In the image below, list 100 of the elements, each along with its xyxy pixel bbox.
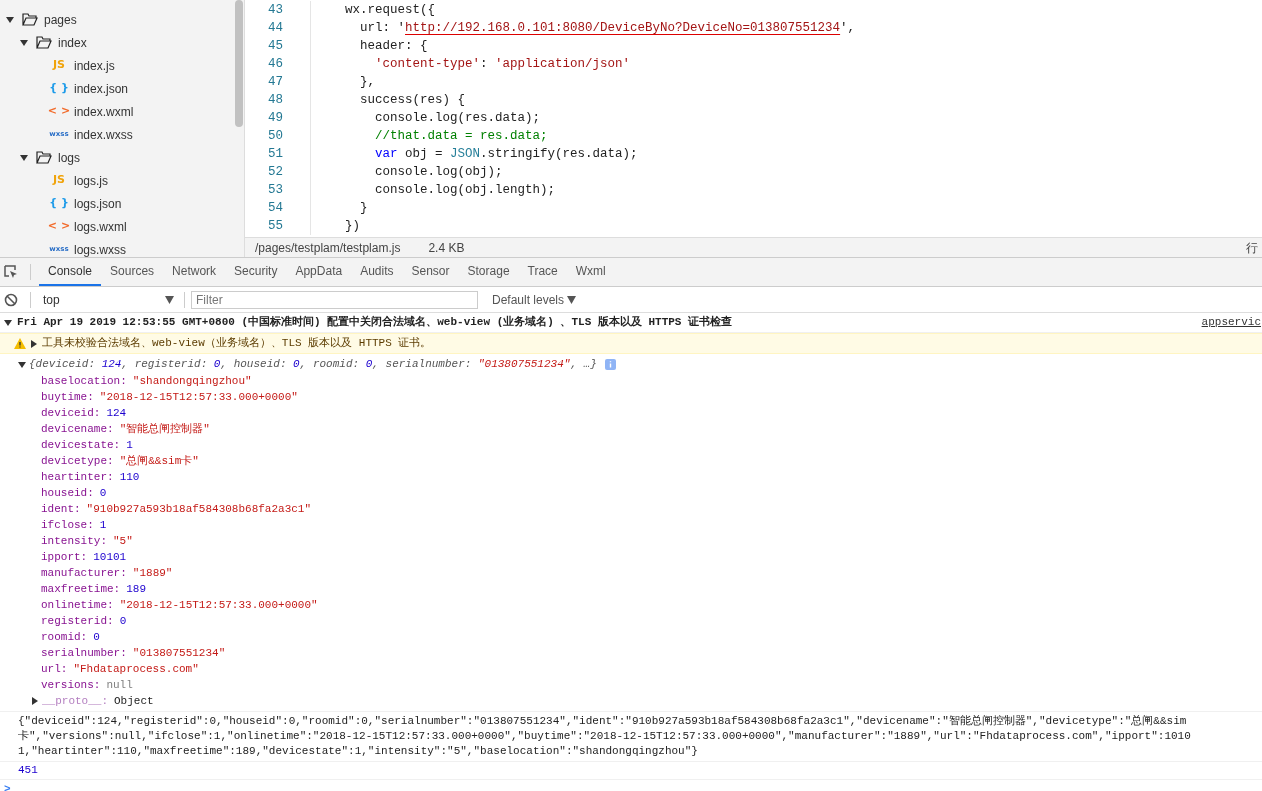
code-line: url: 'http://192.168.0.101:8080/DeviceByNo?DeviceNo=013807551234', [359, 19, 856, 37]
file-name[interactable]: logs.json [74, 194, 122, 213]
object-property: serialnumber: "013807551234" [40, 645, 227, 661]
file-type-icon: JS [46, 57, 72, 74]
dropdown-caret-icon [165, 295, 174, 304]
devtools-tab[interactable]: Storage [458, 258, 519, 286]
folder-icon [22, 13, 38, 26]
object-property: maxfreetime: 189 [40, 581, 148, 597]
info-icon [604, 359, 616, 370]
code-line: success(res) { [359, 91, 466, 109]
code-line: var obj = JSON.stringify(res.data); [374, 145, 638, 163]
line-number: 49 [267, 109, 283, 127]
line-number: 54 [267, 199, 283, 217]
line-number: 53 [267, 181, 283, 199]
filter-field[interactable]: Filter [191, 290, 478, 309]
code-line: header: { [359, 37, 428, 55]
file-type-icon: { } [46, 195, 72, 212]
devtools-tab[interactable]: Sources [101, 258, 164, 286]
object-property: roomid: 0 [40, 629, 101, 645]
object-property: deviceid: 124 [40, 405, 128, 421]
line-number: 45 [267, 37, 283, 55]
file-type-icon: { } [46, 80, 72, 97]
file-name[interactable]: index.wxml [74, 102, 134, 121]
line-number: 52 [267, 163, 283, 181]
line-number: 55 [267, 217, 283, 235]
file-name[interactable]: index.json [74, 79, 129, 98]
folder-icon [36, 36, 52, 49]
file-type-icon: < > [46, 103, 72, 120]
object-property: baselocation: "shandongqingzhou" [40, 373, 253, 389]
object-property: intensity: "5" [40, 533, 134, 549]
file-size: 2.4 KB [428, 239, 465, 257]
object-property: devicetype: "总闸&&sim卡" [40, 453, 200, 469]
object-property: devicename: "智能总闸控制器" [40, 421, 211, 437]
expand-arrow-icon[interactable] [31, 697, 39, 705]
object-summary[interactable]: {deviceid: 124, registerid: 0, houseid: 0, roomid: 0, serialnumber: "013807551234", …} [29, 356, 597, 373]
cursor-position: 行 [1246, 239, 1258, 257]
line-number: 47 [267, 73, 283, 91]
file-name[interactable]: logs.js [74, 171, 108, 190]
devtools-tab[interactable]: Wxml [566, 258, 615, 286]
folder-icon [36, 151, 52, 164]
object-property: url: "Fhdataprocess.com" [40, 661, 200, 677]
file-name[interactable]: logs.wxml [74, 217, 127, 236]
folder-name[interactable]: pages [44, 10, 77, 29]
context-dropdown[interactable]: top [43, 290, 178, 309]
dropdown-caret-icon [567, 295, 577, 304]
warning-message: 工具未校验合法域名、web-view（业务域名）、TLS 版本以及 HTTPS 证书。 [42, 336, 432, 352]
console-log-number: 451 [18, 763, 38, 779]
expand-arrow-icon[interactable] [6, 15, 14, 24]
line-number: 50 [267, 127, 283, 145]
source-link[interactable]: appservic [1201, 314, 1262, 331]
code-line: 'content-type': 'application/json' [374, 55, 631, 73]
line-number: 48 [267, 91, 283, 109]
expand-arrow-icon[interactable] [30, 339, 38, 348]
expand-arrow-icon[interactable] [4, 318, 12, 327]
file-path: /pages/testplam/testplam.js [255, 239, 401, 257]
devtools-tab[interactable]: Sensor [402, 258, 459, 286]
line-number: 44 [267, 19, 283, 37]
object-property: registerid: 0 [40, 613, 128, 629]
file-type-icon: JS [46, 172, 72, 189]
devtools-tab[interactable]: AppData [286, 258, 352, 286]
object-property: versions: null [40, 677, 134, 693]
code-line: console.log(obj.length); [374, 181, 556, 199]
devtools-tab[interactable]: Trace [518, 258, 567, 286]
object-property: heartinter: 110 [40, 469, 141, 485]
object-property: onlinetime: "2018-12-15T12:57:33.000+0000" [40, 597, 319, 613]
object-property: ident: "910b927a593b18af584308b68fa2a3c1" [40, 501, 313, 517]
line-number: 51 [267, 145, 283, 163]
object-property[interactable]: __proto__: Object [42, 692, 154, 710]
expand-arrow-icon[interactable] [18, 360, 26, 369]
file-name[interactable]: index.js [74, 56, 115, 75]
warning-icon [14, 338, 26, 349]
object-property: ipport: 10101 [40, 549, 128, 565]
file-name[interactable]: logs.wxss [74, 240, 126, 259]
code-line: console.log(res.data); [374, 109, 541, 127]
expand-arrow-icon[interactable] [20, 38, 28, 47]
object-property: houseid: 0 [40, 485, 108, 501]
devtools-tab[interactable]: Security [225, 258, 287, 286]
line-number: 46 [267, 55, 283, 73]
folder-name[interactable]: index [58, 33, 87, 52]
devtools-tab[interactable]: Network [163, 258, 226, 286]
console-prompt[interactable]: > [4, 780, 11, 791]
expand-arrow-icon[interactable] [20, 153, 28, 162]
line-number: 43 [267, 1, 283, 19]
clear-console-icon[interactable] [4, 292, 18, 307]
scrollbar-thumb[interactable] [235, 0, 243, 127]
code-line: wx.request({ [344, 1, 436, 19]
inspect-element-icon[interactable] [3, 264, 19, 280]
devtools-tab[interactable]: Audits [351, 258, 403, 286]
object-property: buytime: "2018-12-15T12:57:33.000+0000" [40, 389, 299, 405]
file-name[interactable]: index.wxss [74, 125, 133, 144]
folder-name[interactable]: logs [58, 148, 80, 167]
file-type-icon: < > [46, 218, 72, 235]
devtools-tab[interactable]: Console [39, 258, 102, 286]
object-property: devicestate: 1 [40, 437, 134, 453]
log-levels-dropdown[interactable]: Default levels [492, 290, 577, 309]
console-log-message: {"deviceid":124,"registerid":0,"houseid":0,"roomid":0,"serialnumber":"013807551234","ident":"910b927a593b18af584308b68fa2a3c1","devicename":"智能总闸控制器","devicetype":"总闸&&sim卡","versions":null,"ifclose":1,"onlinetime":"2018-12-15T12:57:33.000+0000","buytime":"2018-12-15T12:57:33.000+0000","manufacturer":"1889","url":"Fhdataprocess.com","ipport":10101,"heartinter":110,"maxfreetime":189,"devicestate":1,"intensity":"5","baselocation":"shandongqingzhou"} [18, 714, 1192, 759]
code-line: console.log(obj); [374, 163, 503, 181]
object-property: ifclose: 1 [40, 517, 108, 533]
code-line: } [359, 199, 368, 217]
console-group-title[interactable]: Fri Apr 19 2019 12:53:55 GMT+0800 (中国标准时间) 配置中关闭合法域名、web-view (业务域名) 、TLS 版本以及 HTTPS 证书检查 [17, 314, 733, 331]
